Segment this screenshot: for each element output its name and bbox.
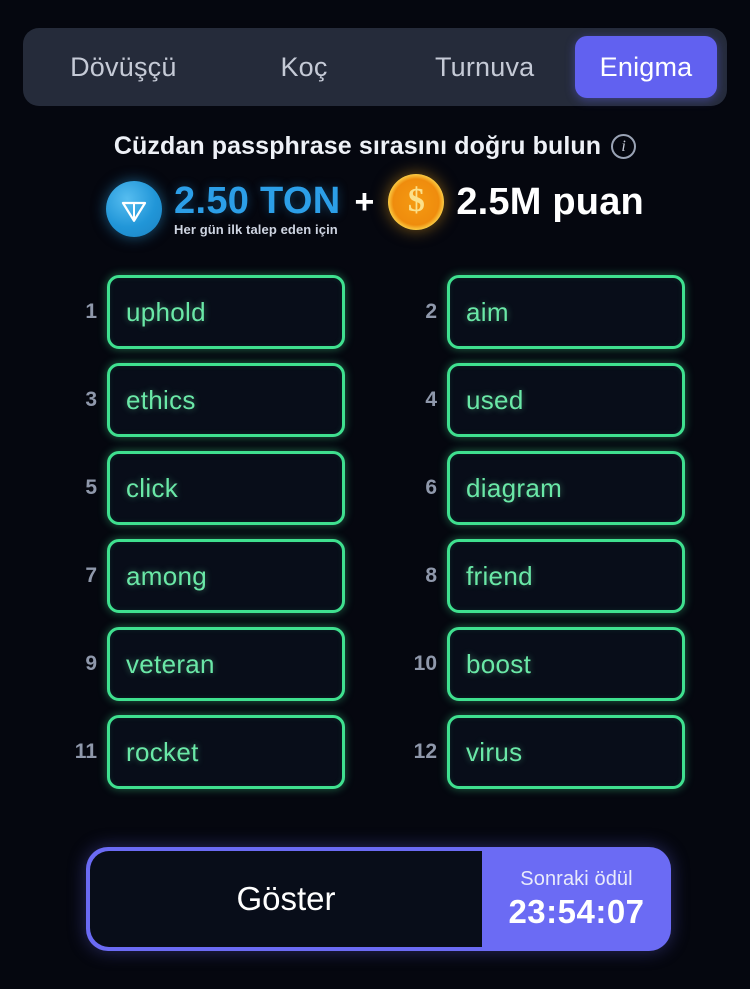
word-box[interactable]: veteran bbox=[107, 627, 345, 701]
word-box[interactable]: aim bbox=[447, 275, 685, 349]
page-title-row: Cüzdan passphrase sırasını doğru bulun i bbox=[113, 132, 637, 161]
word-box[interactable]: friend bbox=[447, 539, 685, 613]
word-index: 8 bbox=[425, 564, 437, 587]
word-text: rocket bbox=[126, 736, 199, 767]
word-slot: 9 veteran bbox=[65, 627, 345, 701]
word-slot: 6 diagram bbox=[405, 451, 685, 525]
word-text: friend bbox=[466, 560, 533, 591]
word-text: virus bbox=[466, 736, 523, 767]
word-box[interactable]: among bbox=[107, 539, 345, 613]
word-box[interactable]: uphold bbox=[107, 275, 345, 349]
word-index: 6 bbox=[425, 476, 437, 499]
action-bar: Göster Sonraki ödül 23:54:07 bbox=[86, 847, 671, 951]
ton-coin-icon bbox=[106, 181, 163, 237]
word-text: click bbox=[126, 472, 179, 503]
word-text: aim bbox=[466, 296, 509, 327]
reveal-button[interactable]: Göster bbox=[90, 851, 482, 947]
word-index: 12 bbox=[413, 740, 437, 763]
word-slot: 5 click bbox=[65, 451, 345, 525]
info-icon[interactable]: i bbox=[611, 134, 637, 159]
main-tab-bar: Dövüşçü Koç Turnuva Enigma bbox=[23, 28, 727, 106]
word-box[interactable]: ethics bbox=[107, 363, 345, 437]
word-index: 2 bbox=[425, 300, 437, 323]
word-index: 9 bbox=[85, 652, 97, 675]
page-title: Cüzdan passphrase sırasını doğru bulun bbox=[113, 132, 602, 160]
tab-label: Dövüşçü bbox=[70, 51, 177, 82]
word-index: 3 bbox=[85, 388, 97, 411]
word-box[interactable]: boost bbox=[447, 627, 685, 701]
word-text: veteran bbox=[126, 648, 215, 679]
tab-enigma[interactable]: Enigma bbox=[575, 36, 718, 98]
reward-separator: + bbox=[354, 182, 375, 221]
word-text: diagram bbox=[466, 472, 563, 503]
next-reward-countdown: 23:54:07 bbox=[508, 892, 645, 930]
word-box[interactable]: click bbox=[107, 451, 345, 525]
word-index: 1 bbox=[85, 300, 97, 323]
word-box[interactable]: rocket bbox=[107, 715, 345, 789]
word-text: ethics bbox=[126, 384, 196, 415]
points-amount: 2.5M puan bbox=[456, 180, 644, 223]
ton-subtitle: Her gün ilk talep eden için bbox=[174, 221, 338, 237]
info-icon-glyph: i bbox=[621, 137, 626, 155]
ton-reward-block: 2.50 TON Her gün ilk talep eden için bbox=[174, 182, 340, 237]
word-box[interactable]: virus bbox=[447, 715, 685, 789]
word-slot: 10 boost bbox=[405, 627, 685, 701]
reward-summary: 2.50 TON Her gün ilk talep eden için + $… bbox=[106, 173, 644, 245]
word-box[interactable]: used bbox=[447, 363, 685, 437]
word-text: among bbox=[126, 560, 207, 591]
word-slot: 11 rocket bbox=[65, 715, 345, 789]
word-slot: 3 ethics bbox=[65, 363, 345, 437]
word-index: 5 bbox=[85, 476, 97, 499]
tab-label: Enigma bbox=[599, 51, 693, 82]
next-reward-label: Sonraki ödül bbox=[520, 867, 633, 890]
tab-koc[interactable]: Koç bbox=[214, 36, 395, 98]
word-text: uphold bbox=[126, 296, 206, 327]
word-slot: 2 aim bbox=[405, 275, 685, 349]
word-index: 10 bbox=[413, 652, 437, 675]
tab-dovuscu[interactable]: Dövüşçü bbox=[33, 36, 214, 98]
word-slot: 4 used bbox=[405, 363, 685, 437]
tab-label: Koç bbox=[280, 51, 328, 82]
gold-coin-glyph: $ bbox=[407, 182, 425, 219]
word-index: 7 bbox=[85, 564, 97, 587]
gold-coin-icon: $ bbox=[388, 174, 445, 230]
tab-turnuva[interactable]: Turnuva bbox=[394, 36, 575, 98]
word-text: boost bbox=[466, 648, 532, 679]
word-text: used bbox=[466, 384, 524, 415]
word-index: 11 bbox=[74, 740, 97, 763]
ton-amount: 2.50 TON bbox=[174, 179, 341, 222]
tab-label: Turnuva bbox=[434, 51, 535, 82]
word-index: 4 bbox=[425, 388, 437, 411]
word-slot: 1 uphold bbox=[65, 275, 345, 349]
next-reward-timer[interactable]: Sonraki ödül 23:54:07 bbox=[482, 847, 671, 951]
passphrase-word-grid: 1 uphold 2 aim 3 ethics 4 used 5 click 6… bbox=[65, 275, 685, 789]
word-box[interactable]: diagram bbox=[447, 451, 685, 525]
word-slot: 7 among bbox=[65, 539, 345, 613]
enigma-screen: Dövüşçü Koç Turnuva Enigma Cüzdan passph… bbox=[0, 0, 750, 989]
word-slot: 8 friend bbox=[405, 539, 685, 613]
word-slot: 12 virus bbox=[405, 715, 685, 789]
